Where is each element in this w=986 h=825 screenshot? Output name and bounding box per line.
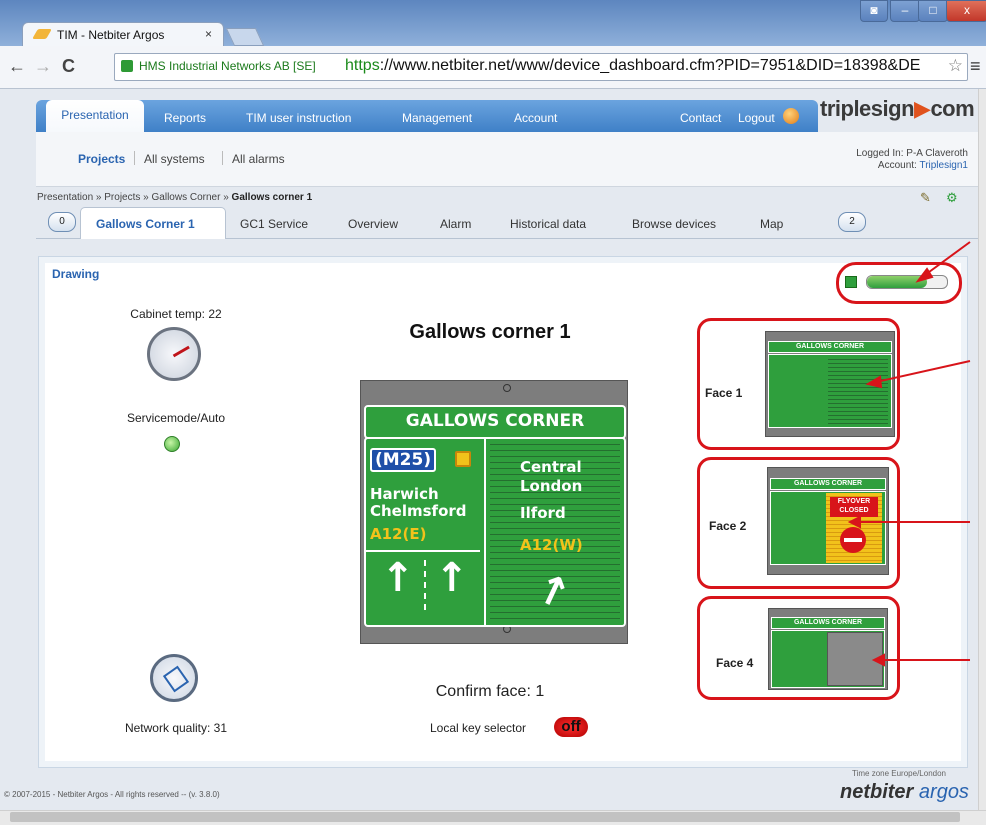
callout-arrowhead (847, 515, 861, 529)
callout-arrow-face-1 (875, 360, 971, 383)
brand-argos: argos (918, 781, 969, 803)
brand-netbiter: netbiter (840, 781, 914, 803)
netbiter-argos-logo: netbiter argos (840, 781, 969, 804)
timezone-label: Time zone Europe/London (852, 769, 946, 778)
copyright-text: © 2007-2015 - Netbiter Argos - All right… (4, 790, 220, 799)
callout-arrowhead (871, 653, 885, 667)
callout-arrows (847, 241, 971, 667)
callout-arrow-toggle (924, 241, 971, 276)
callout-arrowhead (865, 375, 883, 389)
horizontal-scrollbar-thumb[interactable] (10, 812, 960, 822)
